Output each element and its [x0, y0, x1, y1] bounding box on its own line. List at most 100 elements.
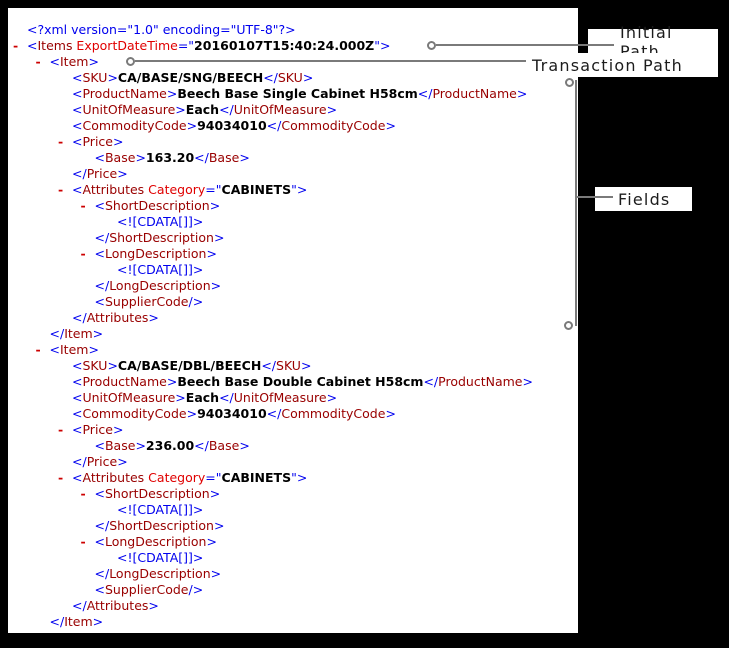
xml-punctuation: < — [72, 374, 82, 389]
xml-line: <UnitOfMeasure>Each</UnitOfMeasure> — [8, 390, 578, 406]
transaction-path-anchor-circle — [126, 57, 135, 66]
xml-text-value: CABINETS — [222, 182, 292, 197]
xml-element-name: ShortDescription — [105, 486, 210, 501]
xml-element-name: CommodityCode — [281, 406, 385, 421]
xml-punctuation: > — [93, 614, 103, 629]
xml-text-value: Each — [186, 102, 219, 117]
xml-punctuation: > — [327, 102, 337, 117]
xml-punctuation: </ — [50, 326, 65, 341]
xml-element-name: UnitOfMeasure — [234, 102, 327, 117]
xml-element-name: CommodityCode — [281, 118, 385, 133]
collapse-marker[interactable]: - — [13, 38, 18, 54]
xml-punctuation: < — [72, 406, 82, 421]
xml-punctuation: =" — [205, 470, 221, 485]
xml-element-name: SKU — [276, 358, 301, 373]
xml-punctuation: > — [214, 518, 224, 533]
xml-line: <Base>236.00</Base> — [8, 438, 578, 454]
xml-punctuation: < — [95, 582, 105, 597]
xml-line: <![CDATA[]]> — [8, 214, 578, 230]
xml-punctuation: </ — [267, 406, 282, 421]
xml-element-name: ProductName — [432, 86, 516, 101]
xml-element-name: Item — [60, 342, 88, 357]
xml-element-name: Price — [87, 454, 118, 469]
xml-punctuation: </ — [95, 518, 110, 533]
xml-punctuation: </ — [95, 278, 110, 293]
xml-punctuation: </ — [219, 102, 234, 117]
xml-line: <CommodityCode>94034010</CommodityCode> — [8, 406, 578, 422]
xml-element-name: UnitOfMeasure — [82, 390, 175, 405]
xml-element-name: ProductName — [438, 374, 522, 389]
collapse-marker[interactable]: - — [58, 134, 63, 150]
xml-punctuation: </ — [219, 390, 234, 405]
xml-punctuation: <![CDATA[]]> — [117, 262, 203, 277]
xml-element-name: SKU — [82, 70, 107, 85]
xml-text-value: CABINETS — [222, 470, 292, 485]
xml-punctuation: < — [72, 390, 82, 405]
collapse-marker[interactable]: - — [81, 246, 86, 262]
xml-line: </LongDescription> — [8, 566, 578, 582]
initial-path-anchor-circle — [427, 41, 436, 50]
xml-text-value: 94034010 — [197, 118, 267, 133]
xml-element-name: ProductName — [82, 86, 166, 101]
xml-element-name: Item — [64, 326, 92, 341]
xml-punctuation: "> — [291, 470, 307, 485]
xml-punctuation: > — [327, 390, 337, 405]
xml-line: </Price> — [8, 454, 578, 470]
xml-line: -<Items ExportDateTime="20160107T15:40:2… — [8, 38, 578, 54]
xml-line: -<ShortDescription> — [8, 486, 578, 502]
xml-punctuation: < — [72, 134, 82, 149]
collapse-marker[interactable]: - — [58, 182, 63, 198]
xml-element-name: Attributes — [82, 470, 144, 485]
xml-punctuation: < — [27, 38, 37, 53]
xml-punctuation: =" — [205, 182, 221, 197]
collapse-marker[interactable]: - — [81, 486, 86, 502]
xml-line: -<Attributes Category="CABINETS"> — [8, 470, 578, 486]
collapse-marker[interactable]: - — [36, 342, 41, 358]
xml-punctuation: > — [175, 102, 185, 117]
xml-punctuation: </ — [72, 454, 87, 469]
xml-punctuation: /> — [189, 294, 204, 309]
xml-punctuation: > — [175, 390, 185, 405]
xml-line: -<ShortDescription> — [8, 198, 578, 214]
xml-punctuation: </ — [261, 358, 276, 373]
collapse-marker[interactable]: - — [58, 422, 63, 438]
xml-punctuation: > — [211, 566, 221, 581]
xml-punctuation: > — [93, 326, 103, 341]
xml-punctuation: > — [135, 438, 145, 453]
xml-punctuation: </ — [72, 166, 87, 181]
xml-element-name: Item — [60, 54, 88, 69]
xml-punctuation: < — [72, 70, 82, 85]
xml-line: </LongDescription> — [8, 278, 578, 294]
xml-element-name: UnitOfMeasure — [234, 390, 327, 405]
initial-path-label: Initial Path — [588, 29, 718, 54]
xml-punctuation: > — [214, 230, 224, 245]
fields-top-anchor-circle — [565, 78, 574, 87]
xml-element-name: Base — [105, 150, 135, 165]
collapse-marker[interactable]: - — [36, 54, 41, 70]
collapse-marker[interactable]: - — [81, 198, 86, 214]
xml-punctuation: < — [95, 198, 105, 213]
xml-element-name: Base — [105, 438, 135, 453]
xml-element-name: SupplierCode — [105, 582, 189, 597]
xml-line: -<Item> — [8, 342, 578, 358]
xml-punctuation: > — [113, 134, 123, 149]
xml-punctuation: > — [167, 86, 177, 101]
xml-punctuation: > — [517, 86, 527, 101]
xml-punctuation: </ — [423, 374, 438, 389]
xml-line: <UnitOfMeasure>Each</UnitOfMeasure> — [8, 102, 578, 118]
xml-punctuation: < — [95, 294, 105, 309]
xml-line: </Attributes> — [8, 310, 578, 326]
collapse-marker[interactable]: - — [81, 534, 86, 550]
xml-punctuation: < — [72, 118, 82, 133]
transaction-path-connector-line — [135, 60, 526, 62]
xml-text-value: Each — [186, 390, 219, 405]
xml-punctuation: "> — [374, 38, 390, 53]
xml-element-name: SKU — [278, 70, 303, 85]
screenshot-root: { "colors": { "punct": "#0000ee", "eleme… — [0, 0, 729, 648]
xml-punctuation: > — [210, 486, 220, 501]
xml-element-name: LongDescription — [109, 566, 210, 581]
collapse-marker[interactable]: - — [58, 470, 63, 486]
xml-punctuation: <![CDATA[]]> — [117, 214, 203, 229]
xml-punctuation: > — [107, 70, 117, 85]
xml-punctuation: < — [72, 470, 82, 485]
